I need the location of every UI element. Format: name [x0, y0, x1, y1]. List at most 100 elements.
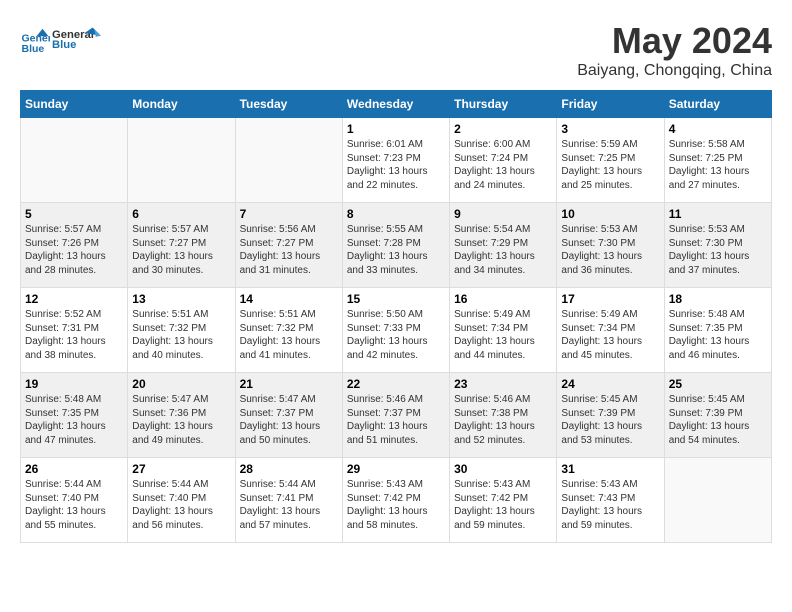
calendar-cell: 29Sunrise: 5:43 AMSunset: 7:42 PMDayligh… — [342, 458, 449, 543]
day-info: Sunrise: 5:57 AMSunset: 7:26 PMDaylight:… — [25, 223, 123, 277]
day-number: 27 — [132, 462, 230, 476]
calendar-cell: 25 Sunrise: 5:45 AMSunset: 7:39 PMDayligh… — [664, 373, 771, 458]
day-number: 6 — [132, 207, 230, 221]
day-number: 18 — [669, 292, 767, 306]
calendar-cell: 6Sunrise: 5:57 AMSunset: 7:27 PMDaylight… — [128, 203, 235, 288]
day-info: Sunrise: 5:52 AMSunset: 7:31 PMDaylight:… — [25, 308, 123, 362]
calendar-cell: 7Sunrise: 5:56 AMSunset: 7:27 PMDaylight… — [235, 203, 342, 288]
calendar-week-4: 19 Sunrise: 5:48 AMSunset: 7:35 PMDayligh… — [21, 373, 772, 458]
day-number: 8 — [347, 207, 445, 221]
svg-text:Blue: Blue — [52, 39, 76, 51]
calendar-cell: 12 Sunrise: 5:52 AMSunset: 7:31 PMDayligh… — [21, 288, 128, 373]
day-number: 17 — [561, 292, 659, 306]
weekday-header-sunday: Sunday — [21, 91, 128, 118]
day-info: Sunrise: 5:56 AMSunset: 7:27 PMDaylight:… — [240, 223, 338, 277]
day-info: Sunrise: 5:43 AMSunset: 7:43 PMDaylight:… — [561, 478, 659, 532]
day-number: 26 — [25, 462, 123, 476]
weekday-header-friday: Friday — [557, 91, 664, 118]
calendar-cell: 19 Sunrise: 5:48 AMSunset: 7:35 PMDayligh… — [21, 373, 128, 458]
calendar-cell — [664, 458, 771, 543]
logo: General Blue General Blue — [20, 20, 102, 60]
calendar-cell: 31 Sunrise: 5:43 AMSunset: 7:43 PMDayligh… — [557, 458, 664, 543]
day-number: 24 — [561, 377, 659, 391]
page-header: General Blue General Blue May 2024 Baiya… — [20, 20, 772, 80]
day-number: 4 — [669, 122, 767, 136]
calendar-cell: 30 Sunrise: 5:43 AMSunset: 7:42 PMDayligh… — [450, 458, 557, 543]
weekday-header-monday: Monday — [128, 91, 235, 118]
day-info: Sunrise: 5:43 AMSunset: 7:42 PMDaylight:… — [347, 478, 445, 532]
calendar-cell: 17 Sunrise: 5:49 AMSunset: 7:34 PMDayligh… — [557, 288, 664, 373]
calendar-cell: 1Sunrise: 6:01 AMSunset: 7:23 PMDaylight… — [342, 118, 449, 203]
subtitle: Baiyang, Chongqing, China — [577, 62, 772, 80]
title-block: May 2024 Baiyang, Chongqing, China — [577, 20, 772, 80]
svg-text:Blue: Blue — [22, 43, 45, 55]
day-number: 10 — [561, 207, 659, 221]
day-info: Sunrise: 5:45 AMSunset: 7:39 PMDaylight:… — [561, 393, 659, 447]
calendar-cell — [128, 118, 235, 203]
calendar-cell: 23 Sunrise: 5:46 AMSunset: 7:38 PMDayligh… — [450, 373, 557, 458]
day-number: 20 — [132, 377, 230, 391]
day-info: Sunrise: 5:46 AMSunset: 7:37 PMDaylight:… — [347, 393, 445, 447]
day-info: Sunrise: 6:00 AMSunset: 7:24 PMDaylight:… — [454, 138, 552, 192]
calendar-cell: 3Sunrise: 5:59 AMSunset: 7:25 PMDaylight… — [557, 118, 664, 203]
day-info: Sunrise: 5:44 AMSunset: 7:40 PMDaylight:… — [25, 478, 123, 532]
calendar-cell: 14 Sunrise: 5:51 AMSunset: 7:32 PMDayligh… — [235, 288, 342, 373]
calendar-cell: 21 Sunrise: 5:47 AMSunset: 7:37 PMDayligh… — [235, 373, 342, 458]
day-info: Sunrise: 5:47 AMSunset: 7:37 PMDaylight:… — [240, 393, 338, 447]
day-info: Sunrise: 5:48 AMSunset: 7:35 PMDaylight:… — [25, 393, 123, 447]
calendar-cell: 26 Sunrise: 5:44 AMSunset: 7:40 PMDayligh… — [21, 458, 128, 543]
calendar-week-2: 5Sunrise: 5:57 AMSunset: 7:26 PMDaylight… — [21, 203, 772, 288]
calendar-cell: 11 Sunrise: 5:53 AMSunset: 7:30 PMDayligh… — [664, 203, 771, 288]
calendar-cell: 8 Sunrise: 5:55 AMSunset: 7:28 PMDaylight… — [342, 203, 449, 288]
calendar-week-1: 1Sunrise: 6:01 AMSunset: 7:23 PMDaylight… — [21, 118, 772, 203]
day-number: 21 — [240, 377, 338, 391]
day-info: Sunrise: 5:46 AMSunset: 7:38 PMDaylight:… — [454, 393, 552, 447]
day-info: Sunrise: 5:53 AMSunset: 7:30 PMDaylight:… — [669, 223, 767, 277]
day-number: 16 — [454, 292, 552, 306]
day-info: Sunrise: 5:50 AMSunset: 7:33 PMDaylight:… — [347, 308, 445, 362]
day-number: 14 — [240, 292, 338, 306]
day-number: 30 — [454, 462, 552, 476]
weekday-header-thursday: Thursday — [450, 91, 557, 118]
day-number: 11 — [669, 207, 767, 221]
bird-icon: General Blue — [52, 20, 102, 60]
day-number: 31 — [561, 462, 659, 476]
day-info: Sunrise: 5:43 AMSunset: 7:42 PMDaylight:… — [454, 478, 552, 532]
day-info: Sunrise: 5:59 AMSunset: 7:25 PMDaylight:… — [561, 138, 659, 192]
day-info: Sunrise: 5:45 AMSunset: 7:39 PMDaylight:… — [669, 393, 767, 447]
day-number: 23 — [454, 377, 552, 391]
calendar-cell: 10 Sunrise: 5:53 AMSunset: 7:30 PMDayligh… — [557, 203, 664, 288]
calendar-cell: 24 Sunrise: 5:45 AMSunset: 7:39 PMDayligh… — [557, 373, 664, 458]
calendar-cell: 2 Sunrise: 6:00 AMSunset: 7:24 PMDaylight… — [450, 118, 557, 203]
day-info: Sunrise: 5:58 AMSunset: 7:25 PMDaylight:… — [669, 138, 767, 192]
calendar-cell: 13Sunrise: 5:51 AMSunset: 7:32 PMDayligh… — [128, 288, 235, 373]
day-number: 19 — [25, 377, 123, 391]
day-info: Sunrise: 5:49 AMSunset: 7:34 PMDaylight:… — [561, 308, 659, 362]
day-number: 2 — [454, 122, 552, 136]
day-number: 12 — [25, 292, 123, 306]
day-info: Sunrise: 5:55 AMSunset: 7:28 PMDaylight:… — [347, 223, 445, 277]
day-info: Sunrise: 5:54 AMSunset: 7:29 PMDaylight:… — [454, 223, 552, 277]
calendar-cell: 27 Sunrise: 5:44 AMSunset: 7:40 PMDayligh… — [128, 458, 235, 543]
logo-icon: General Blue — [20, 25, 50, 55]
weekday-header-tuesday: Tuesday — [235, 91, 342, 118]
day-info: Sunrise: 5:53 AMSunset: 7:30 PMDaylight:… — [561, 223, 659, 277]
calendar-cell: 22 Sunrise: 5:46 AMSunset: 7:37 PMDayligh… — [342, 373, 449, 458]
day-number: 22 — [347, 377, 445, 391]
day-number: 15 — [347, 292, 445, 306]
calendar-cell: 28 Sunrise: 5:44 AMSunset: 7:41 PMDayligh… — [235, 458, 342, 543]
day-number: 28 — [240, 462, 338, 476]
day-info: Sunrise: 5:44 AMSunset: 7:40 PMDaylight:… — [132, 478, 230, 532]
weekday-header-row: SundayMondayTuesdayWednesdayThursdayFrid… — [21, 91, 772, 118]
day-info: Sunrise: 5:44 AMSunset: 7:41 PMDaylight:… — [240, 478, 338, 532]
day-info: Sunrise: 5:47 AMSunset: 7:36 PMDaylight:… — [132, 393, 230, 447]
calendar-cell: 15 Sunrise: 5:50 AMSunset: 7:33 PMDayligh… — [342, 288, 449, 373]
day-info: Sunrise: 5:51 AMSunset: 7:32 PMDaylight:… — [240, 308, 338, 362]
day-number: 9 — [454, 207, 552, 221]
calendar-week-5: 26 Sunrise: 5:44 AMSunset: 7:40 PMDayligh… — [21, 458, 772, 543]
calendar-cell: 20 Sunrise: 5:47 AMSunset: 7:36 PMDayligh… — [128, 373, 235, 458]
calendar-cell: 4 Sunrise: 5:58 AMSunset: 7:25 PMDaylight… — [664, 118, 771, 203]
day-info: Sunrise: 6:01 AMSunset: 7:23 PMDaylight:… — [347, 138, 445, 192]
day-number: 25 — [669, 377, 767, 391]
calendar-cell — [21, 118, 128, 203]
